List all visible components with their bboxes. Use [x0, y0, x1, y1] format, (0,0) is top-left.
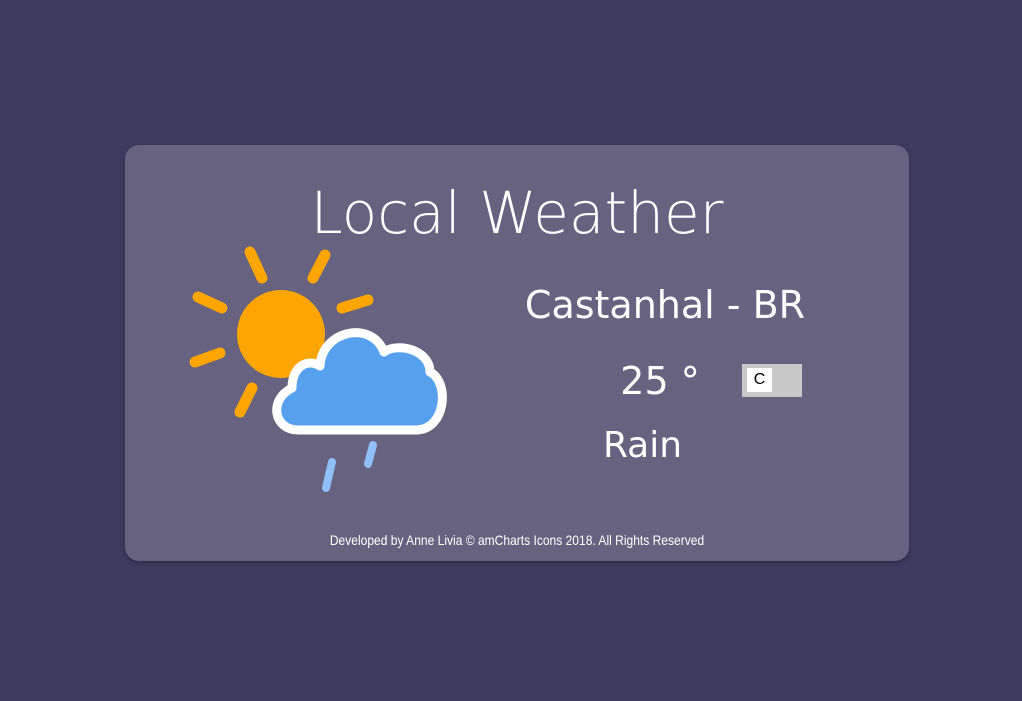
location-label: Castanhal - BR: [524, 283, 806, 327]
temperature-value: 25 °: [620, 359, 700, 403]
footer-credits: Developed by Anne Livia © amCharts Icons…: [329, 532, 705, 548]
unit-toggle-knob[interactable]: C: [747, 368, 772, 392]
unit-toggle[interactable]: C: [742, 364, 802, 397]
weather-condition: Rain: [602, 425, 683, 466]
rain-drops: [322, 441, 377, 492]
sun-cloud-rain-icon: [189, 246, 447, 492]
page-title: Local Weather: [310, 179, 724, 247]
